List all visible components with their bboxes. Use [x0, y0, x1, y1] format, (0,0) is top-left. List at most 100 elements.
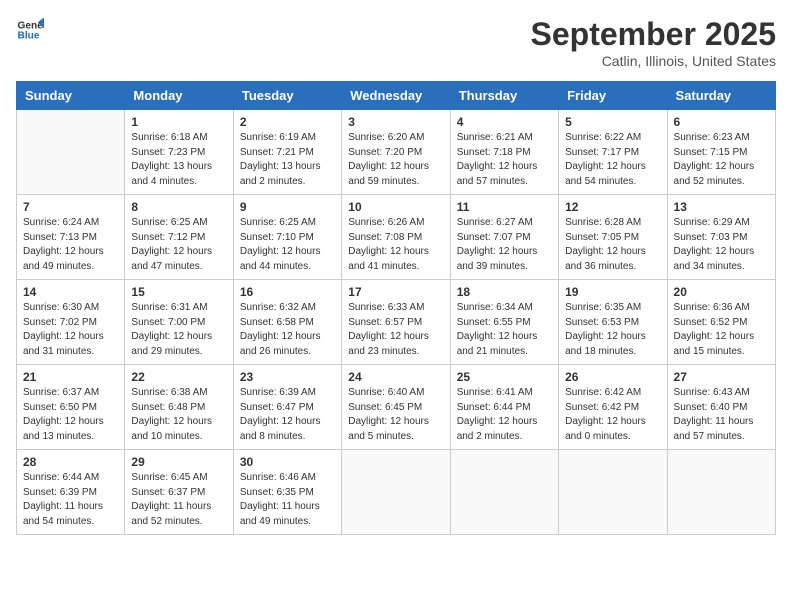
- day-info: Sunrise: 6:36 AMSunset: 6:52 PMDaylight:…: [674, 301, 769, 359]
- calendar-week-row: 21 Sunrise: 6:37 AMSunset: 6:50 PMDayligh…: [17, 365, 776, 450]
- day-info: Sunrise: 6:22 AMSunset: 7:17 PMDaylight:…: [565, 131, 660, 189]
- calendar-cell: 25 Sunrise: 6:41 AMSunset: 6:44 PMDayligh…: [450, 365, 558, 450]
- calendar-cell: 16 Sunrise: 6:32 AMSunset: 6:58 PMDayligh…: [233, 280, 341, 365]
- day-info: Sunrise: 6:18 AMSunset: 7:23 PMDaylight:…: [131, 131, 226, 189]
- location: Catlin, Illinois, United States: [531, 53, 776, 69]
- day-number: 25: [457, 370, 552, 384]
- day-info: Sunrise: 6:24 AMSunset: 7:13 PMDaylight:…: [23, 216, 118, 274]
- day-number: 7: [23, 200, 118, 214]
- weekday-header-saturday: Saturday: [667, 82, 775, 110]
- calendar-cell: 14 Sunrise: 6:30 AMSunset: 7:02 PMDayligh…: [17, 280, 125, 365]
- calendar-cell: 4Sunrise: 6:21 AMSunset: 7:18 PMDaylight…: [450, 110, 558, 195]
- calendar-cell: 7 Sunrise: 6:24 AMSunset: 7:13 PMDaylight…: [17, 195, 125, 280]
- calendar-cell: 18 Sunrise: 6:34 AMSunset: 6:55 PMDayligh…: [450, 280, 558, 365]
- calendar-cell: 28Sunrise: 6:44 AMSunset: 6:39 PMDayligh…: [17, 450, 125, 535]
- day-info: Sunrise: 6:26 AMSunset: 7:08 PMDaylight:…: [348, 216, 443, 274]
- calendar-cell: 9 Sunrise: 6:25 AMSunset: 7:10 PMDaylight…: [233, 195, 341, 280]
- day-info: Sunrise: 6:20 AMSunset: 7:20 PMDaylight:…: [348, 131, 443, 189]
- day-info: Sunrise: 6:27 AMSunset: 7:07 PMDaylight:…: [457, 216, 552, 274]
- day-info: Sunrise: 6:46 AMSunset: 6:35 PMDaylight:…: [240, 471, 335, 529]
- calendar-cell: 24 Sunrise: 6:40 AMSunset: 6:45 PMDayligh…: [342, 365, 450, 450]
- day-number: 6: [674, 115, 769, 129]
- calendar-cell: 5 Sunrise: 6:22 AMSunset: 7:17 PMDaylight…: [559, 110, 667, 195]
- calendar-week-row: 1 Sunrise: 6:18 AMSunset: 7:23 PMDaylight…: [17, 110, 776, 195]
- day-number: 3: [348, 115, 443, 129]
- day-number: 10: [348, 200, 443, 214]
- day-number: 11: [457, 200, 552, 214]
- day-info: Sunrise: 6:41 AMSunset: 6:44 PMDaylight:…: [457, 386, 552, 444]
- calendar-cell: 6 Sunrise: 6:23 AMSunset: 7:15 PMDaylight…: [667, 110, 775, 195]
- day-info: Sunrise: 6:23 AMSunset: 7:15 PMDaylight:…: [674, 131, 769, 189]
- weekday-header-tuesday: Tuesday: [233, 82, 341, 110]
- weekday-header-row: SundayMondayTuesdayWednesdayThursdayFrid…: [17, 82, 776, 110]
- calendar-cell: 23Sunrise: 6:39 AMSunset: 6:47 PMDayligh…: [233, 365, 341, 450]
- calendar-cell: 26 Sunrise: 6:42 AMSunset: 6:42 PMDayligh…: [559, 365, 667, 450]
- day-number: 28: [23, 455, 118, 469]
- day-info: Sunrise: 6:34 AMSunset: 6:55 PMDaylight:…: [457, 301, 552, 359]
- weekday-header-thursday: Thursday: [450, 82, 558, 110]
- calendar-cell: 22 Sunrise: 6:38 AMSunset: 6:48 PMDayligh…: [125, 365, 233, 450]
- day-number: 29: [131, 455, 226, 469]
- day-number: 16: [240, 285, 335, 299]
- weekday-header-sunday: Sunday: [17, 82, 125, 110]
- calendar-cell: 15 Sunrise: 6:31 AMSunset: 7:00 PMDayligh…: [125, 280, 233, 365]
- day-info: Sunrise: 6:29 AMSunset: 7:03 PMDaylight:…: [674, 216, 769, 274]
- day-number: 21: [23, 370, 118, 384]
- day-number: 18: [457, 285, 552, 299]
- calendar-cell: 10 Sunrise: 6:26 AMSunset: 7:08 PMDayligh…: [342, 195, 450, 280]
- day-info: Sunrise: 6:30 AMSunset: 7:02 PMDaylight:…: [23, 301, 118, 359]
- calendar-cell: [667, 450, 775, 535]
- day-info: Sunrise: 6:19 AMSunset: 7:21 PMDaylight:…: [240, 131, 335, 189]
- day-info: Sunrise: 6:25 AMSunset: 7:12 PMDaylight:…: [131, 216, 226, 274]
- day-info: Sunrise: 6:31 AMSunset: 7:00 PMDaylight:…: [131, 301, 226, 359]
- calendar-cell: 17 Sunrise: 6:33 AMSunset: 6:57 PMDayligh…: [342, 280, 450, 365]
- day-info: Sunrise: 6:35 AMSunset: 6:53 PMDaylight:…: [565, 301, 660, 359]
- day-number: 1: [131, 115, 226, 129]
- day-number: 9: [240, 200, 335, 214]
- day-number: 26: [565, 370, 660, 384]
- calendar-cell: [342, 450, 450, 535]
- calendar-cell: 21 Sunrise: 6:37 AMSunset: 6:50 PMDayligh…: [17, 365, 125, 450]
- day-info: Sunrise: 6:42 AMSunset: 6:42 PMDaylight:…: [565, 386, 660, 444]
- day-info: Sunrise: 6:45 AMSunset: 6:37 PMDaylight:…: [131, 471, 226, 529]
- day-number: 14: [23, 285, 118, 299]
- calendar-cell: 13Sunrise: 6:29 AMSunset: 7:03 PMDayligh…: [667, 195, 775, 280]
- calendar-cell: 19 Sunrise: 6:35 AMSunset: 6:53 PMDayligh…: [559, 280, 667, 365]
- month-title: September 2025: [531, 16, 776, 53]
- svg-text:Blue: Blue: [18, 31, 40, 42]
- calendar-week-row: 28Sunrise: 6:44 AMSunset: 6:39 PMDayligh…: [17, 450, 776, 535]
- calendar-cell: 29 Sunrise: 6:45 AMSunset: 6:37 PMDayligh…: [125, 450, 233, 535]
- day-info: Sunrise: 6:32 AMSunset: 6:58 PMDaylight:…: [240, 301, 335, 359]
- day-number: 4: [457, 115, 552, 129]
- day-number: 12: [565, 200, 660, 214]
- day-number: 17: [348, 285, 443, 299]
- title-area: September 2025 Catlin, Illinois, United …: [531, 16, 776, 69]
- day-number: 2: [240, 115, 335, 129]
- day-info: Sunrise: 6:37 AMSunset: 6:50 PMDaylight:…: [23, 386, 118, 444]
- calendar-cell: 8 Sunrise: 6:25 AMSunset: 7:12 PMDaylight…: [125, 195, 233, 280]
- day-info: Sunrise: 6:25 AMSunset: 7:10 PMDaylight:…: [240, 216, 335, 274]
- calendar-week-row: 7 Sunrise: 6:24 AMSunset: 7:13 PMDaylight…: [17, 195, 776, 280]
- day-number: 24: [348, 370, 443, 384]
- calendar-cell: [559, 450, 667, 535]
- calendar-cell: 27 Sunrise: 6:43 AMSunset: 6:40 PMDayligh…: [667, 365, 775, 450]
- calendar-cell: [17, 110, 125, 195]
- calendar-table: SundayMondayTuesdayWednesdayThursdayFrid…: [16, 81, 776, 535]
- page-header: General Blue September 2025 Catlin, Illi…: [16, 16, 776, 69]
- weekday-header-friday: Friday: [559, 82, 667, 110]
- logo: General Blue: [16, 16, 44, 44]
- weekday-header-monday: Monday: [125, 82, 233, 110]
- day-number: 5: [565, 115, 660, 129]
- day-number: 27: [674, 370, 769, 384]
- day-number: 15: [131, 285, 226, 299]
- calendar-cell: 2 Sunrise: 6:19 AMSunset: 7:21 PMDaylight…: [233, 110, 341, 195]
- day-number: 8: [131, 200, 226, 214]
- day-info: Sunrise: 6:43 AMSunset: 6:40 PMDaylight:…: [674, 386, 769, 444]
- calendar-cell: 11 Sunrise: 6:27 AMSunset: 7:07 PMDayligh…: [450, 195, 558, 280]
- day-number: 22: [131, 370, 226, 384]
- calendar-cell: 3 Sunrise: 6:20 AMSunset: 7:20 PMDaylight…: [342, 110, 450, 195]
- day-info: Sunrise: 6:38 AMSunset: 6:48 PMDaylight:…: [131, 386, 226, 444]
- day-info: Sunrise: 6:40 AMSunset: 6:45 PMDaylight:…: [348, 386, 443, 444]
- day-number: 19: [565, 285, 660, 299]
- day-info: Sunrise: 6:33 AMSunset: 6:57 PMDaylight:…: [348, 301, 443, 359]
